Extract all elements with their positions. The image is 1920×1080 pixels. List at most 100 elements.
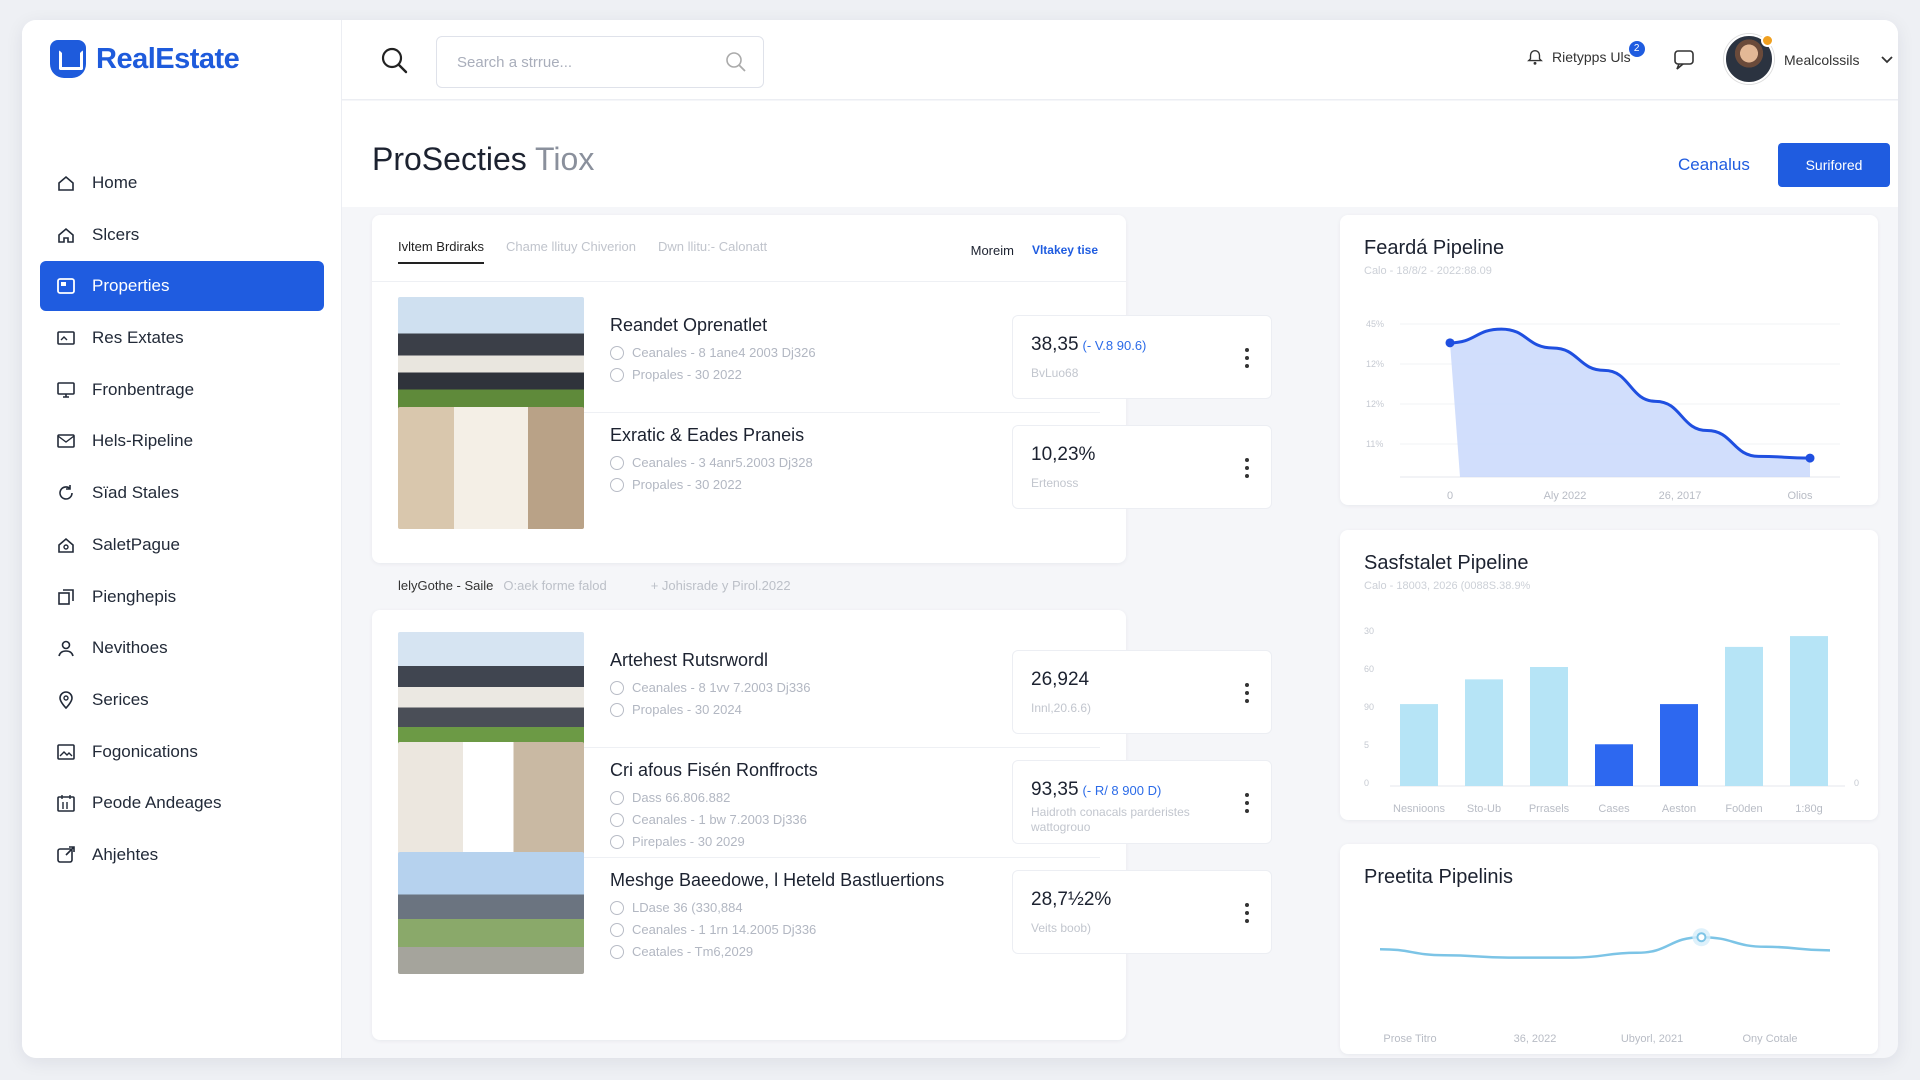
meta-info-icon bbox=[610, 790, 624, 805]
sidebar-item-s-ad-stales[interactable]: Sïad Stales bbox=[40, 468, 324, 518]
x-tick-label: Nesnioons bbox=[1393, 803, 1445, 815]
listing-row[interactable]: Exratic & Eades Praneis Ceanales - 3 4anr… bbox=[398, 407, 1272, 529]
y-tick-label: 12% bbox=[1366, 359, 1384, 369]
section-label-main: lelyGothe - Saile bbox=[398, 578, 494, 593]
property-title[interactable]: Artehest Rutsrwordl bbox=[610, 650, 768, 671]
sidebar-item-saletpague[interactable]: SaletPague bbox=[40, 520, 324, 570]
sidebar-item-peode-andeages[interactable]: Peode Andeages bbox=[40, 778, 324, 828]
sidebar-item-fogonications[interactable]: Fogonications bbox=[40, 727, 324, 777]
sidebar-item-label: Fronbentrage bbox=[92, 379, 195, 399]
page-header: ProSecties Tiox Ceanalus Surifored bbox=[342, 101, 1898, 207]
bar bbox=[1595, 744, 1633, 786]
brand-logo[interactable]: RealEstate bbox=[50, 40, 240, 78]
property-title[interactable]: Reandet Oprenatlet bbox=[610, 315, 767, 336]
search-icon[interactable] bbox=[380, 46, 408, 74]
property-meta: Propales - 30 2024 bbox=[610, 702, 742, 717]
search-submit-icon[interactable] bbox=[725, 51, 747, 73]
more-options-icon[interactable] bbox=[1245, 793, 1249, 813]
x-tick-label: 0 bbox=[1447, 490, 1453, 502]
price-box: 38,35 (- V.8 90.6) BvLuo68 bbox=[1012, 315, 1272, 399]
x-tick-label: Prrasels bbox=[1529, 803, 1570, 815]
x-tick-label: Ony Cotale bbox=[1742, 1033, 1797, 1045]
property-meta: Pirepales - 30 2029 bbox=[610, 834, 745, 849]
y-tick-label: 45% bbox=[1366, 319, 1384, 329]
property-meta: Ceatales - Tm6,2029 bbox=[610, 944, 753, 959]
price-subtext: Haidroth conacals parderistes wattogrouo bbox=[1031, 805, 1190, 834]
image-icon bbox=[56, 328, 76, 348]
listing-tabs: Ivltem Brdiraks Chame llituy Chiverion Dwn… bbox=[398, 239, 767, 264]
sidebar-item-properties[interactable]: Properties bbox=[40, 261, 324, 312]
listing-row[interactable]: Reandet Oprenatlet Ceanales - 8 1ane4 200… bbox=[398, 297, 1272, 419]
section-label: lelyGothe - Saile O:aek forme falod + Jo… bbox=[398, 578, 791, 593]
property-title[interactable]: Exratic & Eades Praneis bbox=[610, 425, 804, 446]
property-photo[interactable] bbox=[398, 852, 584, 974]
price-value: 10,23% bbox=[1031, 444, 1095, 466]
sidebar-item-fronbentrage[interactable]: Fronbentrage bbox=[40, 365, 324, 415]
chat-icon[interactable] bbox=[1672, 48, 1698, 72]
sidebar-item-serices[interactable]: Serices bbox=[40, 675, 324, 725]
tab-right-active[interactable]: Vltakey tise bbox=[1032, 243, 1098, 258]
x-tick-label: Olios bbox=[1787, 490, 1813, 502]
meta-info-icon bbox=[610, 900, 624, 915]
price-change: (- R/ 8 900 D) bbox=[1082, 783, 1162, 798]
property-photo[interactable] bbox=[398, 297, 584, 419]
y-tick-label: 5 bbox=[1364, 740, 1369, 750]
chevron-down-icon[interactable] bbox=[1880, 52, 1894, 66]
sidebar-item-label: Properties bbox=[92, 276, 170, 296]
sidebar-item-nevithoes[interactable]: Nevithoes bbox=[40, 623, 324, 673]
bar bbox=[1725, 646, 1763, 786]
more-options-icon[interactable] bbox=[1245, 903, 1249, 923]
meta-info-icon bbox=[610, 477, 624, 492]
listing-row[interactable]: Cri afous Fisén Ronffrocts Dass 66.806.88… bbox=[398, 742, 1272, 864]
x-tick-label: 1:80g bbox=[1795, 803, 1823, 815]
more-options-icon[interactable] bbox=[1245, 683, 1249, 703]
secondary-action-button[interactable]: Ceanalus bbox=[1678, 155, 1750, 175]
property-title[interactable]: Meshge Baeedowe, l Heteld Bastluertions bbox=[610, 870, 944, 891]
listing-row[interactable]: Artehest Rutsrwordl Ceanales - 8 1vv 7.20… bbox=[398, 632, 1272, 754]
price-subtext: BvLuo68 bbox=[1031, 366, 1079, 380]
x-tick-label: Sto-Ub bbox=[1467, 803, 1501, 815]
page-title: ProSecties Tiox bbox=[372, 141, 595, 177]
property-photo[interactable] bbox=[398, 742, 584, 864]
meta-info-icon bbox=[610, 922, 624, 937]
sidebar-item-res-extates[interactable]: Res Extates bbox=[40, 313, 324, 363]
property-meta: Ceanales - 8 1vv 7.2003 Dj336 bbox=[610, 680, 811, 695]
tab-2[interactable]: Dwn llitu:- Calonatt bbox=[658, 239, 767, 264]
x-tick-label: Aly 2022 bbox=[1544, 490, 1587, 502]
price-amount: 28,7½2% bbox=[1031, 889, 1112, 910]
property-photo[interactable] bbox=[398, 407, 584, 529]
sidebar-item-label: Res Extates bbox=[92, 328, 184, 348]
sidebar-item-pienghepis[interactable]: Pienghepis bbox=[40, 572, 324, 622]
username[interactable]: Mealcolssils bbox=[1784, 52, 1859, 68]
line-chart: Prose Titro 36, 2022 Ubyorl, 2021 Ony Cotal… bbox=[1379, 928, 1831, 1045]
price-amount: 26,924 bbox=[1031, 669, 1090, 690]
more-options-icon[interactable] bbox=[1245, 458, 1249, 478]
price-box: 26,924 Innl,20.6.6) bbox=[1012, 650, 1272, 734]
price-value: 28,7½2% bbox=[1031, 889, 1111, 911]
tab-0[interactable]: Ivltem Brdiraks bbox=[398, 239, 484, 264]
meta-text: Ceanales - 8 1vv 7.2003 Dj336 bbox=[632, 680, 811, 695]
sidebar-item-hels-ripeline[interactable]: Hels-Ripeline bbox=[40, 416, 324, 466]
tab-1[interactable]: Chame llituy Chiverion bbox=[506, 239, 636, 264]
property-title[interactable]: Cri afous Fisén Ronffrocts bbox=[610, 760, 818, 781]
topbar: Rietypps Uls2 Mealcolssils bbox=[342, 20, 1898, 100]
primary-action-button[interactable]: Surifored bbox=[1778, 143, 1890, 187]
sidebar-item-home[interactable]: Home bbox=[40, 158, 324, 208]
brand-name: RealEstate bbox=[96, 42, 240, 75]
more-options-icon[interactable] bbox=[1245, 348, 1249, 368]
listing-row[interactable]: Meshge Baeedowe, l Heteld Bastluertions L… bbox=[398, 852, 1272, 974]
tab-right-more[interactable]: Moreim bbox=[971, 243, 1014, 258]
sidebar-item-ahjehtes[interactable]: Ahjehtes bbox=[40, 830, 324, 880]
sidebar-item-label: Slcers bbox=[92, 224, 140, 244]
price-amount: 38,35 bbox=[1031, 334, 1079, 355]
notifications-button[interactable]: Rietypps Uls 2 bbox=[1526, 41, 1645, 66]
app-window: RealEstate Home Slcers Properties Res Extat… bbox=[22, 20, 1898, 1058]
sidebar: RealEstate Home Slcers Properties Res Extat… bbox=[22, 20, 342, 1058]
notifications-badge: 2 bbox=[1628, 41, 1645, 57]
property-photo[interactable] bbox=[398, 632, 584, 754]
price-subtext: Ertenoss bbox=[1031, 476, 1079, 490]
search-field[interactable] bbox=[436, 36, 764, 88]
y-tick-label-right: 0 bbox=[1854, 778, 1859, 788]
search-input[interactable] bbox=[437, 37, 697, 87]
sidebar-item-slcers[interactable]: Slcers bbox=[40, 210, 324, 260]
